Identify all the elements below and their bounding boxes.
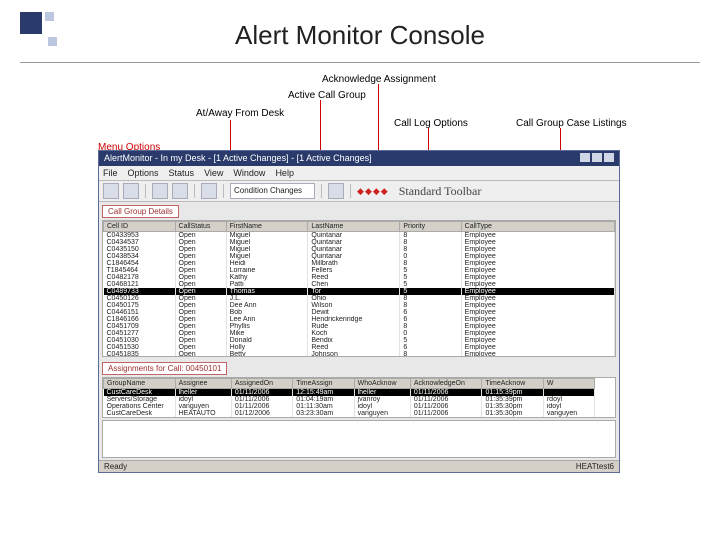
standard-toolbar-label: Standard Toolbar (399, 184, 482, 199)
table-row[interactable]: C0435150OpenMiguelQuintanar8Employee (104, 246, 615, 253)
column-header[interactable]: Cell ID (104, 222, 176, 232)
menu-item[interactable]: Status (169, 168, 195, 178)
window-controls[interactable] (578, 153, 614, 164)
window-title-text: AlertMonitor - In my Desk - [1 Active Ch… (104, 153, 372, 164)
table-row[interactable]: Servers/Storageidoyl01/11/200601:04:19am… (104, 396, 616, 403)
table-row[interactable]: C0450126OpenJ.L.Ohio8Employee (104, 295, 615, 302)
column-header[interactable]: FirstName (226, 222, 308, 232)
menu-item[interactable]: File (103, 168, 118, 178)
toolbar-button[interactable] (123, 183, 139, 199)
table-row[interactable]: C0451030OpenDonaldBendix5Employee (104, 337, 615, 344)
table-row[interactable]: C0468121OpenPattiChen5Employee (104, 281, 615, 288)
column-header[interactable]: TimeAssign (293, 379, 354, 389)
column-header[interactable]: AcknowledgeOn (410, 379, 482, 389)
column-header[interactable]: CallType (461, 222, 614, 232)
assignments-grid[interactable]: GroupNameAssigneeAssignedOnTimeAssignWho… (102, 377, 616, 418)
status-bar: Ready HEATtest6 (99, 460, 619, 472)
slide-title: Alert Monitor Console (0, 20, 720, 51)
status-left: Ready (104, 462, 127, 471)
toolbar-button[interactable] (152, 183, 168, 199)
alert-monitor-window: AlertMonitor - In my Desk - [1 Active Ch… (98, 150, 620, 473)
column-header[interactable]: LastName (308, 222, 400, 232)
label-at-away: At/Away From Desk (196, 108, 284, 119)
menu-bar[interactable]: File Options Status View Window Help (99, 166, 619, 181)
table-row[interactable]: CustCareDeskHEATAUTO01/12/200603:23:30am… (104, 410, 616, 417)
table-row[interactable]: C0451530OpenHollyReed6Employee (104, 344, 615, 351)
table-row[interactable]: T1845464OpenLorraineFellers5Employee (104, 267, 615, 274)
active-call-group-dropdown[interactable]: Condition Changes (230, 183, 315, 199)
table-row[interactable]: C0434537OpenMiguelQuintanar8Employee (104, 239, 615, 246)
table-row[interactable]: C1846454OpenHeidiMillbrath8Employee (104, 260, 615, 267)
call-log-options-icons[interactable]: ◆◆◆◆ (357, 186, 389, 197)
detail-panel-blank (102, 420, 616, 458)
column-header[interactable]: GroupName (104, 379, 176, 389)
call-group-grid[interactable]: Cell IDCallStatusFirstNameLastNamePriori… (102, 220, 616, 357)
toolbar-button[interactable] (103, 183, 119, 199)
column-header[interactable]: Priority (400, 222, 461, 232)
column-header[interactable]: Assignee (175, 379, 231, 389)
window-titlebar: AlertMonitor - In my Desk - [1 Active Ch… (99, 151, 619, 166)
table-row[interactable]: C0451709OpenPhyllisRude8Employee (104, 323, 615, 330)
call-group-details-tab[interactable]: Call Group Details (102, 205, 179, 218)
status-polling: HEATtest6 (576, 462, 614, 471)
table-row[interactable]: Operations Centervanguyen01/11/200601:11… (104, 403, 616, 410)
at-away-toggle[interactable] (172, 183, 188, 199)
table-row[interactable]: C0489733OpenThomasTor5Employee (104, 288, 615, 295)
column-header[interactable]: CallStatus (175, 222, 226, 232)
toolbar-button[interactable] (201, 183, 217, 199)
label-call-log-options: Call Log Options (394, 118, 468, 129)
assignments-tab[interactable]: Assignments for Call: 00450101 (102, 362, 227, 375)
table-row[interactable]: C1846166OpenLee AnnHendrickenridge6Emplo… (104, 316, 615, 323)
column-header[interactable]: TimeAcknow (482, 379, 543, 389)
menu-item[interactable]: View (204, 168, 223, 178)
acknowledge-button[interactable] (328, 183, 344, 199)
table-row[interactable]: C0451835OpenBettyJohnson8Employee (104, 351, 615, 357)
column-header[interactable]: WhoAcknow (354, 379, 410, 389)
label-active-call-group: Active Call Group (288, 90, 366, 101)
menu-item[interactable]: Options (128, 168, 159, 178)
table-row[interactable]: CustCareDesklheller01/11/200612:15:49aml… (104, 389, 616, 397)
table-row[interactable]: C0446151OpenBobDewit6Employee (104, 309, 615, 316)
toolbar: Condition Changes ◆◆◆◆ Standard Toolbar (99, 181, 619, 202)
column-header[interactable]: W (543, 379, 594, 389)
menu-item[interactable]: Help (275, 168, 294, 178)
column-header[interactable]: AssignedOn (231, 379, 292, 389)
title-rule (20, 62, 700, 63)
table-row[interactable]: C0482178OpenKathyReed5Employee (104, 274, 615, 281)
table-row[interactable]: C0438534OpenMiguelQuintanar0Employee (104, 253, 615, 260)
menu-item[interactable]: Window (233, 168, 265, 178)
label-call-group-listings: Call Group Case Listings (516, 118, 627, 129)
table-row[interactable]: C0450175OpenDee AnnWilson8Employee (104, 302, 615, 309)
table-row[interactable]: C0433953OpenMiguelQuintanar8Employee (104, 232, 615, 240)
table-row[interactable]: C0451277OpenMikeKoch0Employee (104, 330, 615, 337)
